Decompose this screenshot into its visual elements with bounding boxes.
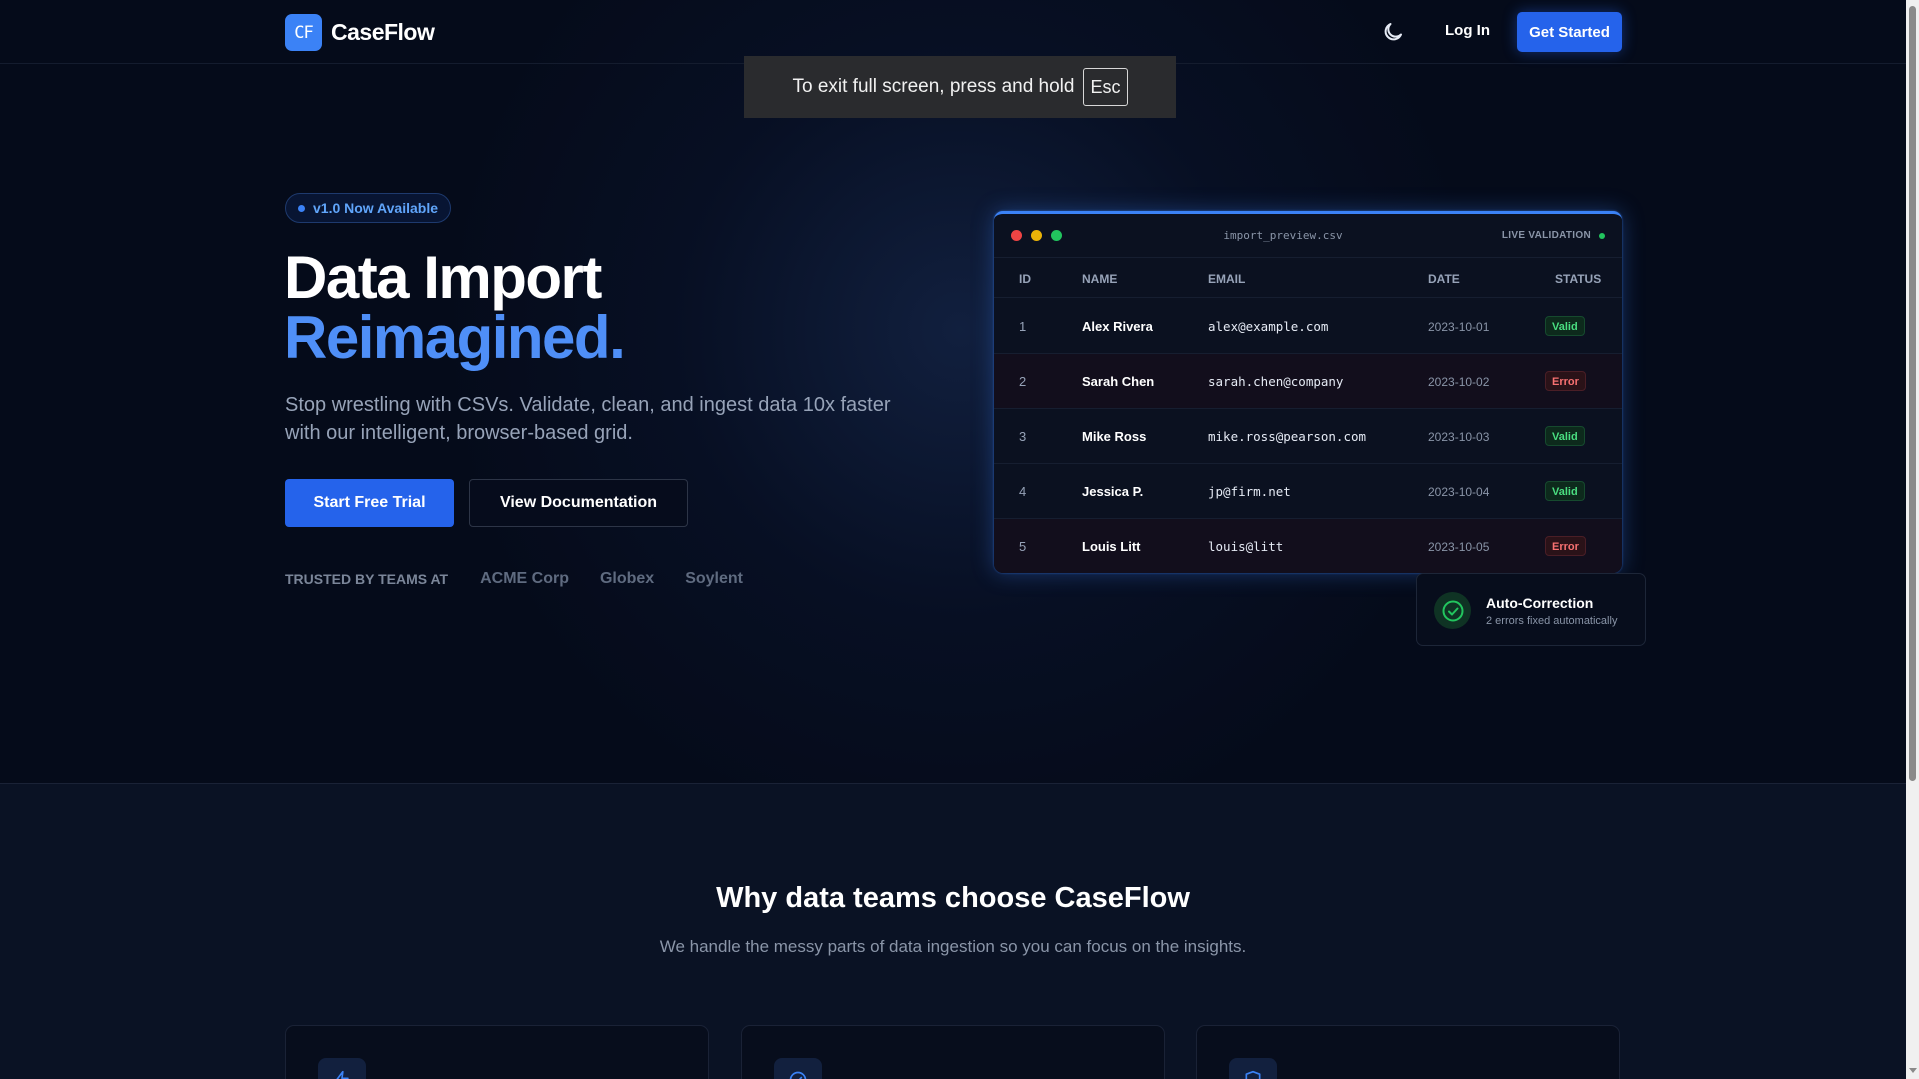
check-circle-icon [1434,592,1471,629]
live-validation-indicator: LIVE VALIDATION [1502,230,1605,241]
status-badge: Valid [1545,316,1585,336]
hero-subtitle: Stop wrestling with CSVs. Validate, clea… [285,394,891,444]
cell-name: Mike Ross [1082,429,1147,444]
cell-id: 3 [1019,429,1027,444]
hero-title: Data Import Reimagined. [284,248,626,371]
table-header: ID NAME EMAIL DATE STATUS [994,258,1622,298]
cell-name: Jessica P. [1082,484,1144,499]
trusted-company: Soylent [685,570,743,587]
fullscreen-notice-text: To exit full screen, press and hold [792,76,1075,97]
cell-date: 2023-10-04 [1428,485,1490,499]
column-header-id: ID [1019,272,1031,286]
view-documentation-button[interactable]: View Documentation [469,479,688,527]
live-validation-label: LIVE VALIDATION [1501,230,1591,241]
auto-correction-card: Auto-Correction 2 errors fixed automatic… [1416,573,1646,646]
page: CF CaseFlow Log In Get Started v1.0 Now … [0,0,1906,1079]
cell-id: 5 [1019,539,1027,554]
status-badge: Error [1545,536,1586,556]
trusted-label: TRUSTED BY TEAMS AT [285,571,449,587]
column-header-status: STATUS [1555,272,1602,286]
cell-name: Louis Litt [1082,539,1141,554]
cell-date: 2023-10-05 [1428,540,1490,554]
check-circle-icon [774,1058,822,1079]
brand-name: CaseFlow [331,19,435,45]
cell-name: Alex Rivera [1082,319,1153,334]
version-badge: v1.0 Now Available [285,193,452,223]
status-badge: Valid [1545,481,1585,501]
cell-date: 2023-10-03 [1428,430,1490,444]
cell-email: alex@example.com [1208,319,1329,334]
badge-dot-icon [298,204,305,212]
cell-name: Sarah Chen [1082,374,1155,389]
table-row[interactable]: 3 Mike Ross mike.ross@pearson.com 2023-1… [994,409,1622,464]
trusted-by: TRUSTED BY TEAMS AT ACME Corp Globex Soy… [285,570,774,588]
page-scrollbar[interactable] [1906,0,1919,1079]
scroll-down-arrow-icon[interactable] [1909,1068,1917,1073]
scrollbar-thumb[interactable] [1909,6,1916,781]
features-title: Why data teams choose CaseFlow [716,882,1190,914]
status-badge: Error [1545,371,1586,391]
window-titlebar: import_preview.csv LIVE VALIDATION [994,214,1622,258]
import-preview-window: import_preview.csv LIVE VALIDATION ID NA… [994,211,1622,573]
cell-email: mike.ross@pearson.com [1208,429,1367,444]
auto-correction-title: Auto-Correction [1486,595,1594,611]
feature-card [285,1025,709,1079]
table-row[interactable]: 5 Louis Litt louis@litt 2023-10-05 Error [994,519,1622,573]
cell-id: 4 [1019,484,1027,499]
lightning-icon [318,1058,366,1079]
table-row[interactable]: 4 Jessica P. jp@firm.net 2023-10-04 Vali… [994,464,1622,519]
logo-mark-icon: CF [285,14,322,51]
table-row[interactable]: 1 Alex Rivera alex@example.com 2023-10-0… [994,299,1622,354]
trusted-company: Globex [599,570,655,587]
hero-title-line2: Reimagined. [284,304,626,371]
preview-filename: import_preview.csv [1223,229,1343,242]
column-header-email: EMAIL [1208,272,1246,286]
badge-label: v1.0 Now Available [313,200,439,216]
feature-card [1196,1025,1620,1079]
features-section: Why data teams choose CaseFlow We handle… [0,783,1906,1079]
live-dot-icon [1599,232,1605,239]
hero-title-line1: Data Import [284,244,602,311]
cell-id: 2 [1019,374,1027,389]
trusted-company: ACME Corp [480,570,569,587]
brand-logo[interactable]: CF CaseFlow [285,14,435,51]
shield-icon [1229,1058,1277,1079]
start-free-trial-button[interactable]: Start Free Trial [285,479,454,527]
table-row[interactable]: 2 Sarah Chen sarah.chen@company 2023-10-… [994,354,1622,409]
get-started-button[interactable]: Get Started [1517,12,1622,52]
fullscreen-exit-notice: To exit full screen, press and hold Esc [744,56,1176,118]
status-badge: Valid [1545,426,1585,446]
top-nav: CF CaseFlow Log In Get Started [0,0,1906,64]
moon-icon[interactable] [1381,20,1405,44]
login-link[interactable]: Log In [1445,22,1490,39]
column-header-date: DATE [1428,272,1460,286]
feature-card [741,1025,1165,1079]
auto-correction-subtitle: 2 errors fixed automatically [1486,615,1618,627]
cell-email: louis@litt [1208,539,1284,554]
esc-key-badge: Esc [1083,68,1128,106]
cell-email: jp@firm.net [1208,484,1291,499]
column-header-name: NAME [1082,272,1118,286]
features-subtitle: We handle the messy parts of data ingest… [659,937,1247,956]
cell-id: 1 [1019,319,1027,334]
cell-date: 2023-10-01 [1428,320,1490,334]
cell-email: sarah.chen@company [1208,374,1344,389]
cell-date: 2023-10-02 [1428,375,1490,389]
